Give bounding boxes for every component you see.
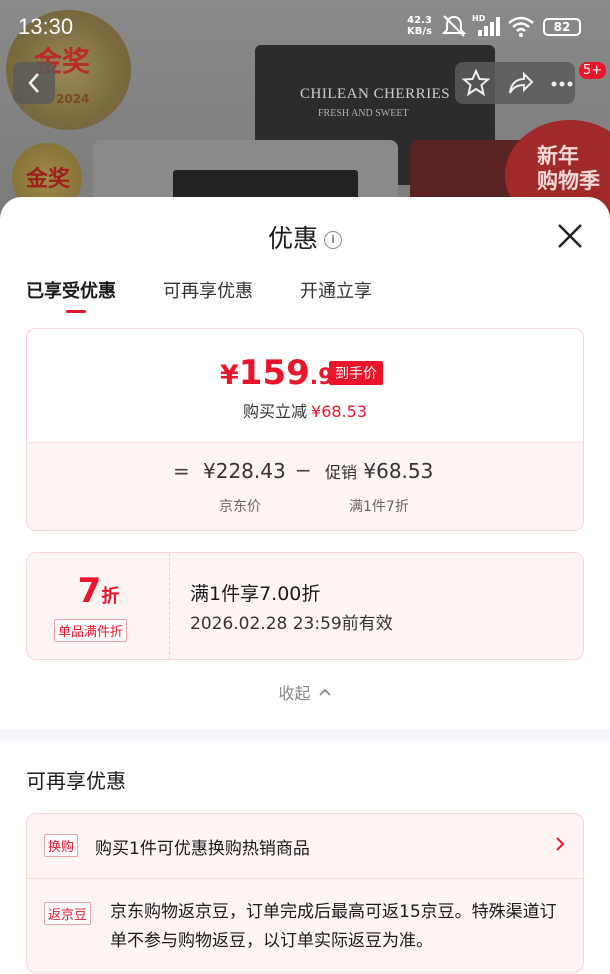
battery-indicator: 82 (543, 18, 581, 36)
sheet-title-text: 优惠 (267, 224, 318, 253)
mute-bell-icon (441, 15, 467, 37)
jingdou-text: 京东购物返京豆，订单完成后最高可返15京豆。特殊渠道订单不参与购物返豆，以订单实… (110, 902, 557, 951)
chevron-right-icon (556, 837, 565, 851)
discount-coupon-card: 7折 单品满件折 满1件享7.00折 2026.02.28 23:59前有效 (26, 552, 584, 660)
collapse-button[interactable]: 收起 (0, 680, 610, 704)
jd-price-label: 京东价 (219, 499, 261, 515)
more-promos-card: 换购 购买1件可优惠换购热销商品 返京豆 京东购物返京豆，订单完成后最高可返15… (26, 813, 584, 973)
section-divider (0, 729, 610, 741)
chevron-left-icon (28, 73, 39, 93)
tab-activate[interactable]: 开通立享 (300, 277, 372, 303)
sheet-title: 优惠 i (0, 219, 610, 255)
exchange-text: 购买1件可优惠换购热销商品 (95, 839, 310, 859)
medal-small-text: 金奖 (26, 167, 71, 192)
tab-enjoyed[interactable]: 已享受优惠 (26, 277, 116, 303)
product-box-text: CHILEAN CHERRIES (300, 86, 451, 102)
reduce-line: 购买立减 ¥68.53 (27, 398, 583, 422)
product-box-subtext: FRESH AND SWEET (318, 108, 409, 119)
back-button[interactable] (13, 62, 55, 104)
promo-label: 促销 (325, 463, 358, 482)
collapse-label: 收起 (278, 684, 311, 703)
new-year-line2: 购物季 (537, 169, 600, 193)
promo-row-exchange[interactable]: 换购 购买1件可优惠换购热销商品 (27, 814, 583, 879)
signal-icon (478, 17, 500, 36)
promo-amount: ¥68.53 (363, 459, 434, 483)
medal-year: 2024 (56, 92, 90, 106)
reduce-amount: ¥68.53 (311, 402, 367, 421)
discount-value-area: 7折 单品满件折 (27, 553, 170, 659)
final-price-area: ¥159.9 到手价 购买立减 ¥68.53 (27, 329, 583, 442)
more-promos-title: 可再享优惠 (26, 769, 126, 793)
promo-deduction: 促销 ¥68.53 (325, 459, 433, 483)
more-icon[interactable] (549, 68, 575, 98)
star-icon[interactable] (461, 68, 491, 98)
close-icon[interactable] (555, 221, 585, 251)
reduce-label: 购买立减 (243, 402, 308, 421)
wifi-icon (508, 16, 534, 37)
share-icon[interactable] (505, 68, 535, 98)
promo-sub-label: 满1件7折 (349, 499, 409, 515)
tab-more-available[interactable]: 可再享优惠 (163, 277, 253, 303)
discount-value: 7折 (77, 571, 120, 611)
status-time: 13:30 (18, 14, 74, 39)
final-price: ¥159.9 (220, 353, 334, 393)
discount-validity: 2026.02.28 23:59前有效 (190, 614, 393, 634)
jingdou-tag: 返京豆 (44, 902, 92, 925)
hand-price-tag: 到手价 (329, 361, 383, 385)
price-breakdown-card: ¥159.9 到手价 购买立减 ¥68.53 = ¥228.43 − 促销 ¥68… (26, 328, 584, 531)
discount-title: 满1件享7.00折 (190, 583, 321, 605)
active-tab-indicator (66, 310, 86, 313)
chevron-up-icon (318, 688, 331, 696)
page-actions (455, 62, 575, 104)
minus-sign: − (295, 458, 312, 482)
exchange-tag: 换购 (44, 834, 79, 857)
price-calculation: = ¥228.43 − 促销 ¥68.53 京东价 满1件7折 (27, 442, 583, 530)
net-speed: 42.3 KB/s (407, 15, 432, 37)
jd-price: ¥228.43 (203, 459, 286, 483)
status-bar: 13:30 42.3 KB/s HD 82 (0, 0, 610, 52)
promotion-sheet: 优惠 i 已享受优惠 可再享优惠 开通立享 ¥159.9 到手价 购买立减 ¥68.… (0, 197, 610, 974)
info-icon[interactable]: i (324, 231, 342, 249)
equals-sign: = (173, 459, 190, 483)
discount-type-tag: 单品满件折 (54, 619, 128, 642)
new-year-line1: 新年 (537, 144, 579, 168)
cart-badge: 5+ (579, 62, 607, 79)
